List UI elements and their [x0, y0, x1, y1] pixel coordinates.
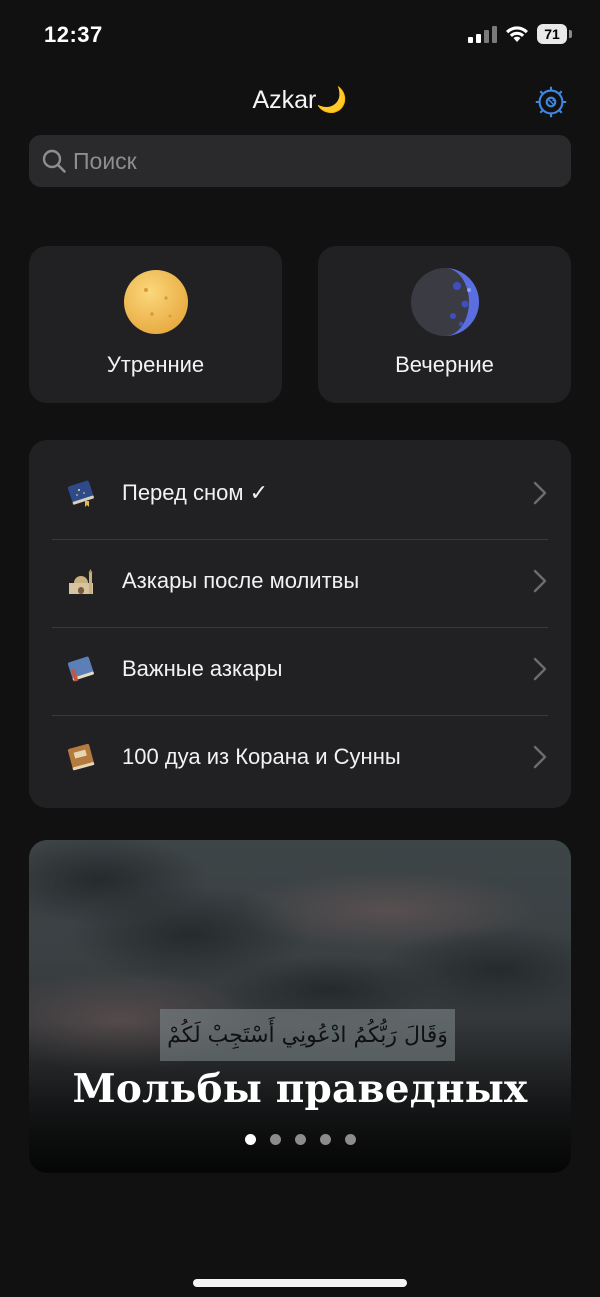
- status-time: 12:37: [44, 22, 103, 47]
- search-icon: [42, 149, 66, 173]
- evening-azkar-card[interactable]: Вечерние: [318, 246, 571, 403]
- list-item-label: 100 дуа из Корана и Сунны: [122, 744, 401, 769]
- blue-book-icon: [67, 656, 94, 682]
- list-item-100-dua[interactable]: 100 дуа из Корана и Сунны: [29, 713, 571, 801]
- featured-banner[interactable]: وَقَالَ رَبُّكُمُ ادْعُونِي أَسْتَجِبْ ل…: [29, 840, 571, 1173]
- home-indicator[interactable]: [193, 1279, 407, 1287]
- status-bar: 12:37 71: [0, 0, 600, 72]
- sky-background-image: [29, 840, 571, 1173]
- quran-verse-box: وَقَالَ رَبُّكُمُ ادْعُونِي أَسْتَجِبْ ل…: [160, 1009, 455, 1061]
- list-item-label: Перед сном ✓: [122, 480, 269, 505]
- evening-label: Вечерние: [395, 352, 494, 377]
- quran-verse-text: وَقَالَ رَبُّكُمُ ادْعُونِي أَسْتَجِبْ ل…: [167, 1022, 448, 1048]
- chevron-right-icon: [533, 569, 547, 593]
- page-dot[interactable]: [344, 1134, 356, 1145]
- page-indicator[interactable]: [29, 1134, 571, 1145]
- list-item-label: Важные азкары: [122, 656, 283, 681]
- brown-book-icon: [67, 743, 95, 771]
- chevron-right-icon: [533, 481, 547, 505]
- header: Azkar🌙: [0, 80, 600, 124]
- list-item-label: Азкары после молитвы: [122, 568, 360, 593]
- morning-azkar-card[interactable]: Утренние: [29, 246, 282, 403]
- list-item-after-prayer[interactable]: Азкары после молитвы: [29, 537, 571, 625]
- cellular-signal-icon: [468, 25, 497, 43]
- mosque-icon: [69, 569, 93, 594]
- list-item-before-sleep[interactable]: Перед сном ✓: [29, 449, 571, 537]
- morning-label: Утренние: [106, 352, 205, 377]
- status-icons: 71: [468, 24, 572, 44]
- full-moon-icon: [123, 270, 188, 334]
- settings-gear-icon[interactable]: [532, 83, 570, 121]
- banner-title: Мольбы праведных: [72, 1066, 528, 1112]
- battery-cap: [569, 30, 572, 38]
- azkar-category-list: Перед сном ✓ Азкары после молитвы Важные…: [29, 440, 571, 808]
- chevron-right-icon: [533, 657, 547, 681]
- page-dot[interactable]: [294, 1134, 306, 1145]
- list-item-important-azkar[interactable]: Важные азкары: [29, 625, 571, 713]
- night-book-icon: [67, 480, 94, 507]
- crescent-moon-icon: [410, 268, 479, 336]
- page-dot[interactable]: [269, 1134, 281, 1145]
- page-dot[interactable]: [244, 1134, 256, 1145]
- search-input[interactable]: Поиск: [29, 135, 571, 187]
- page-dot[interactable]: [319, 1134, 331, 1145]
- chevron-right-icon: [533, 745, 547, 769]
- app-title: Azkar🌙: [252, 86, 348, 114]
- wifi-icon: [506, 26, 528, 42]
- battery-icon: 71: [537, 24, 567, 44]
- search-placeholder: Поиск: [73, 147, 137, 174]
